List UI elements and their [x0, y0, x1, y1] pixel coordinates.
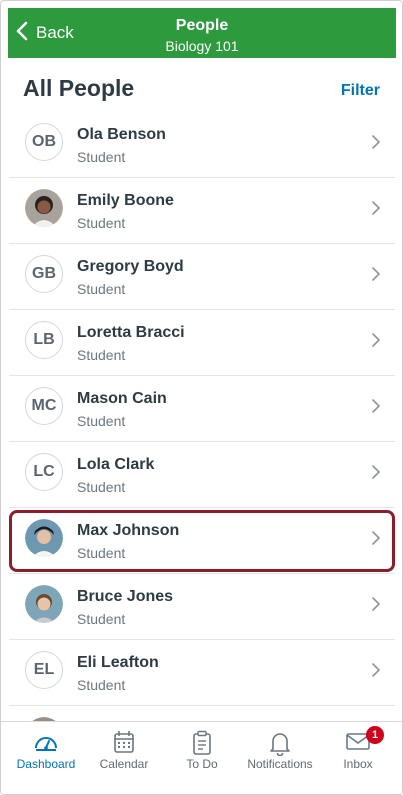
person-row[interactable]: EL Eli Leafton Student [9, 639, 395, 706]
person-row[interactable]: Emily Boone Student [9, 177, 395, 244]
section-title: All People [23, 75, 135, 101]
person-name: Lola Clark [77, 456, 155, 473]
selection-highlight [9, 510, 395, 572]
chevron-right-icon [371, 332, 381, 353]
avatar-photo [25, 585, 63, 623]
person-role: Student [77, 413, 126, 429]
tab-inbox[interactable]: 1 Inbox [318, 722, 398, 794]
person-row[interactable]: LB Loretta Bracci Student [9, 309, 395, 376]
person-row[interactable]: Bruce Jones Student [9, 573, 395, 640]
chevron-right-icon [371, 398, 381, 419]
person-row[interactable]: LC Lola Clark Student [9, 441, 395, 508]
person-role: Student [77, 611, 126, 627]
avatar-initials: GB [25, 255, 63, 293]
person-name: Eli Leafton [77, 654, 159, 671]
chevron-right-icon [371, 200, 381, 221]
person-role: Student [77, 149, 126, 165]
person-role: Student [77, 347, 126, 363]
tab-label: Dashboard [16, 757, 76, 771]
person-name: Ola Benson [77, 126, 166, 143]
chevron-right-icon [371, 266, 381, 287]
tab-dashboard[interactable]: Dashboard [6, 722, 86, 794]
person-role: Student [77, 281, 126, 297]
inbox-badge: 1 [366, 726, 384, 744]
chevron-right-icon [371, 596, 381, 617]
person-name: Loretta Bracci [77, 324, 185, 341]
avatar-initials: LB [25, 321, 63, 359]
tab-label: To Do [186, 757, 218, 771]
person-name: Mason Cain [77, 390, 167, 407]
person-role: Student [77, 479, 126, 495]
avatar-photo [25, 189, 63, 227]
calendar-icon [113, 730, 135, 759]
person-role: Student [77, 215, 126, 231]
avatar-initials: MC [25, 387, 63, 425]
dashboard-icon [33, 730, 59, 759]
tab-notifications[interactable]: Notifications [240, 722, 320, 794]
chevron-right-icon [371, 662, 381, 683]
tab-bar: Dashboard Calendar To Do Notifications 1 [1, 721, 402, 794]
app-frame: Back People Biology 101 All People Filte… [0, 0, 403, 795]
avatar-initials: LC [25, 453, 63, 491]
person-name: Gregory Boyd [77, 258, 184, 275]
chevron-right-icon [371, 134, 381, 155]
page-title: People [175, 17, 229, 34]
person-row-partial[interactable] [9, 705, 395, 721]
tab-label: Inbox [343, 757, 373, 771]
person-row[interactable]: GB Gregory Boyd Student [9, 243, 395, 310]
chevron-right-icon [371, 464, 381, 485]
person-name: Bruce Jones [77, 588, 174, 605]
person-row[interactable]: OB Ola Benson Student [9, 111, 395, 178]
person-row[interactable]: MC Mason Cain Student [9, 375, 395, 442]
person-role: Student [77, 677, 126, 693]
tab-label: Notifications [247, 757, 313, 771]
person-name: Emily Boone [77, 192, 174, 209]
avatar-initials: OB [25, 123, 63, 161]
course-subtitle: Biology 101 [165, 38, 239, 54]
filter-button[interactable]: Filter [341, 82, 380, 100]
avatar-initials: EL [25, 651, 63, 689]
people-list: OB Ola Benson Student Emily Boone Studen… [9, 111, 395, 721]
nav-header: Back People Biology 101 [8, 8, 396, 58]
tab-calendar[interactable]: Calendar [84, 722, 164, 794]
tab-todo[interactable]: To Do [162, 722, 242, 794]
tab-label: Calendar [99, 757, 149, 771]
